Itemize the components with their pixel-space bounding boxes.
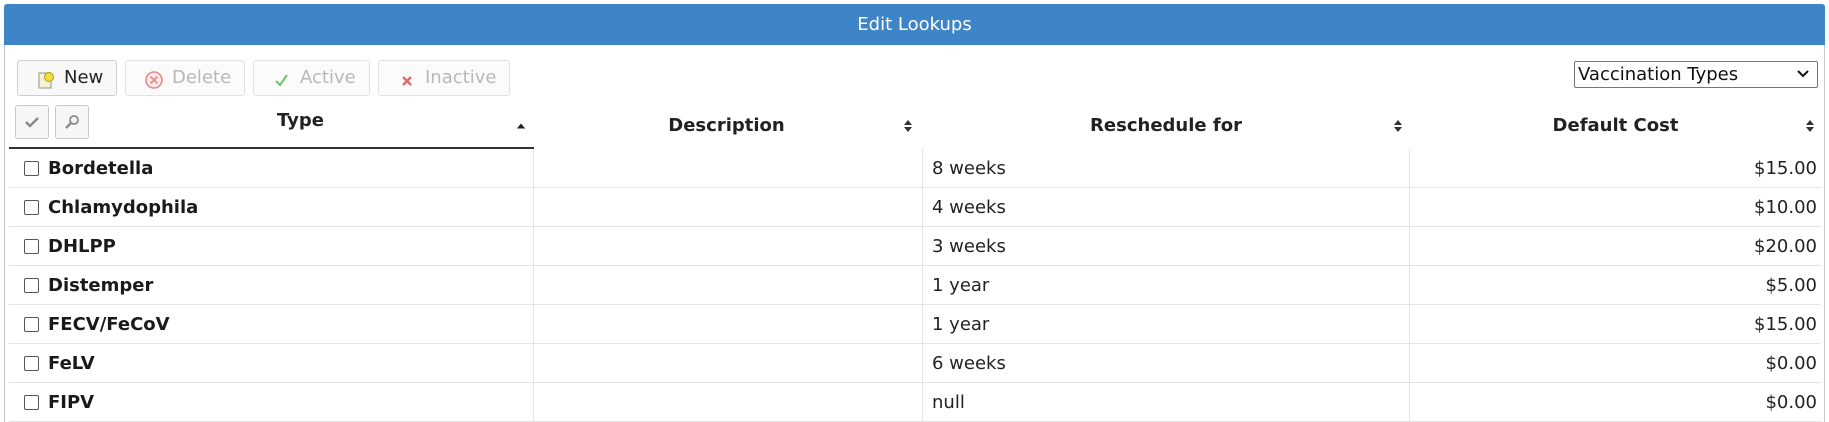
edit-lookups-dialog: Edit Lookups New Delete Active Inactive …	[0, 0, 1829, 422]
row-type: FIPV	[48, 392, 95, 413]
row-type: FECV/FeCoV	[48, 314, 170, 335]
sort-arrows-icon	[904, 120, 912, 132]
table-row[interactable]: FeLV 6 weeks $0.00	[9, 344, 1821, 383]
new-button[interactable]: New	[17, 60, 117, 96]
row-type: FeLV	[48, 353, 95, 374]
active-button[interactable]: Active	[253, 60, 370, 96]
row-reschedule: 8 weeks	[932, 158, 1006, 179]
row-checkbox[interactable]	[24, 278, 39, 293]
table-row[interactable]: FIPV null $0.00	[9, 383, 1821, 422]
column-header-description[interactable]: Description	[534, 104, 919, 148]
select-all-button[interactable]	[15, 105, 49, 139]
lookup-type-selected: Vaccination Types	[1578, 64, 1739, 85]
table-row[interactable]: FECV/FeCoV 1 year $15.00	[9, 305, 1821, 344]
column-header-reschedule-label: Reschedule for	[1090, 115, 1242, 136]
row-type: Chlamydophila	[48, 197, 199, 218]
dialog-border-left	[4, 45, 5, 422]
row-type: Bordetella	[48, 158, 154, 179]
new-document-icon	[36, 68, 56, 89]
table-row[interactable]: Chlamydophila 4 weeks $10.00	[9, 188, 1821, 227]
table-row[interactable]: Distemper 1 year $5.00	[9, 266, 1821, 305]
row-reschedule: 1 year	[932, 275, 990, 296]
delete-circle-icon	[144, 68, 164, 89]
row-type: Distemper	[48, 275, 154, 296]
row-reschedule: 3 weeks	[932, 236, 1006, 257]
column-header-description-label: Description	[668, 115, 785, 136]
row-cost: $5.00	[1765, 275, 1817, 296]
inactive-button-label: Inactive	[425, 67, 497, 88]
table-row[interactable]: DHLPP 3 weeks $20.00	[9, 227, 1821, 266]
column-header-reschedule[interactable]: Reschedule for	[923, 104, 1409, 148]
column-header-cost[interactable]: Default Cost	[1410, 104, 1821, 148]
row-cost: $15.00	[1754, 158, 1817, 179]
table-row[interactable]: Bordetella 8 weeks $15.00	[9, 149, 1821, 188]
row-reschedule: 1 year	[932, 314, 990, 335]
sort-arrows-icon	[1806, 120, 1814, 132]
sort-arrows-icon	[1394, 120, 1402, 132]
column-header-cost-label: Default Cost	[1552, 115, 1679, 136]
row-checkbox[interactable]	[24, 200, 39, 215]
row-reschedule: null	[932, 392, 965, 413]
row-checkbox[interactable]	[24, 161, 39, 176]
row-cost: $0.00	[1765, 353, 1817, 374]
inactive-button[interactable]: Inactive	[378, 60, 510, 96]
row-reschedule: 4 weeks	[932, 197, 1006, 218]
filter-button[interactable]	[55, 105, 89, 139]
cross-icon	[397, 68, 417, 88]
sort-asc-icon[interactable]	[516, 104, 532, 148]
row-checkbox[interactable]	[24, 395, 39, 410]
lookup-type-select[interactable]: Vaccination Types	[1574, 61, 1818, 88]
row-type: DHLPP	[48, 236, 116, 257]
dialog-border-right	[1824, 45, 1825, 422]
column-header-type[interactable]: Type	[95, 104, 506, 148]
row-cost: $20.00	[1754, 236, 1817, 257]
row-cost: $10.00	[1754, 197, 1817, 218]
row-cost: $0.00	[1765, 392, 1817, 413]
magnifier-icon	[65, 115, 79, 129]
column-header-type-label: Type	[277, 110, 324, 131]
chevron-down-icon	[1796, 65, 1810, 83]
checkmark-icon	[25, 117, 39, 128]
dialog-title: Edit Lookups	[4, 4, 1825, 45]
row-checkbox[interactable]	[24, 317, 39, 332]
active-button-label: Active	[300, 67, 356, 88]
check-icon	[272, 68, 292, 88]
row-reschedule: 6 weeks	[932, 353, 1006, 374]
delete-button-label: Delete	[172, 67, 232, 88]
delete-button[interactable]: Delete	[125, 60, 245, 96]
new-button-label: New	[64, 67, 104, 88]
row-checkbox[interactable]	[24, 356, 39, 371]
row-checkbox[interactable]	[24, 239, 39, 254]
row-cost: $15.00	[1754, 314, 1817, 335]
